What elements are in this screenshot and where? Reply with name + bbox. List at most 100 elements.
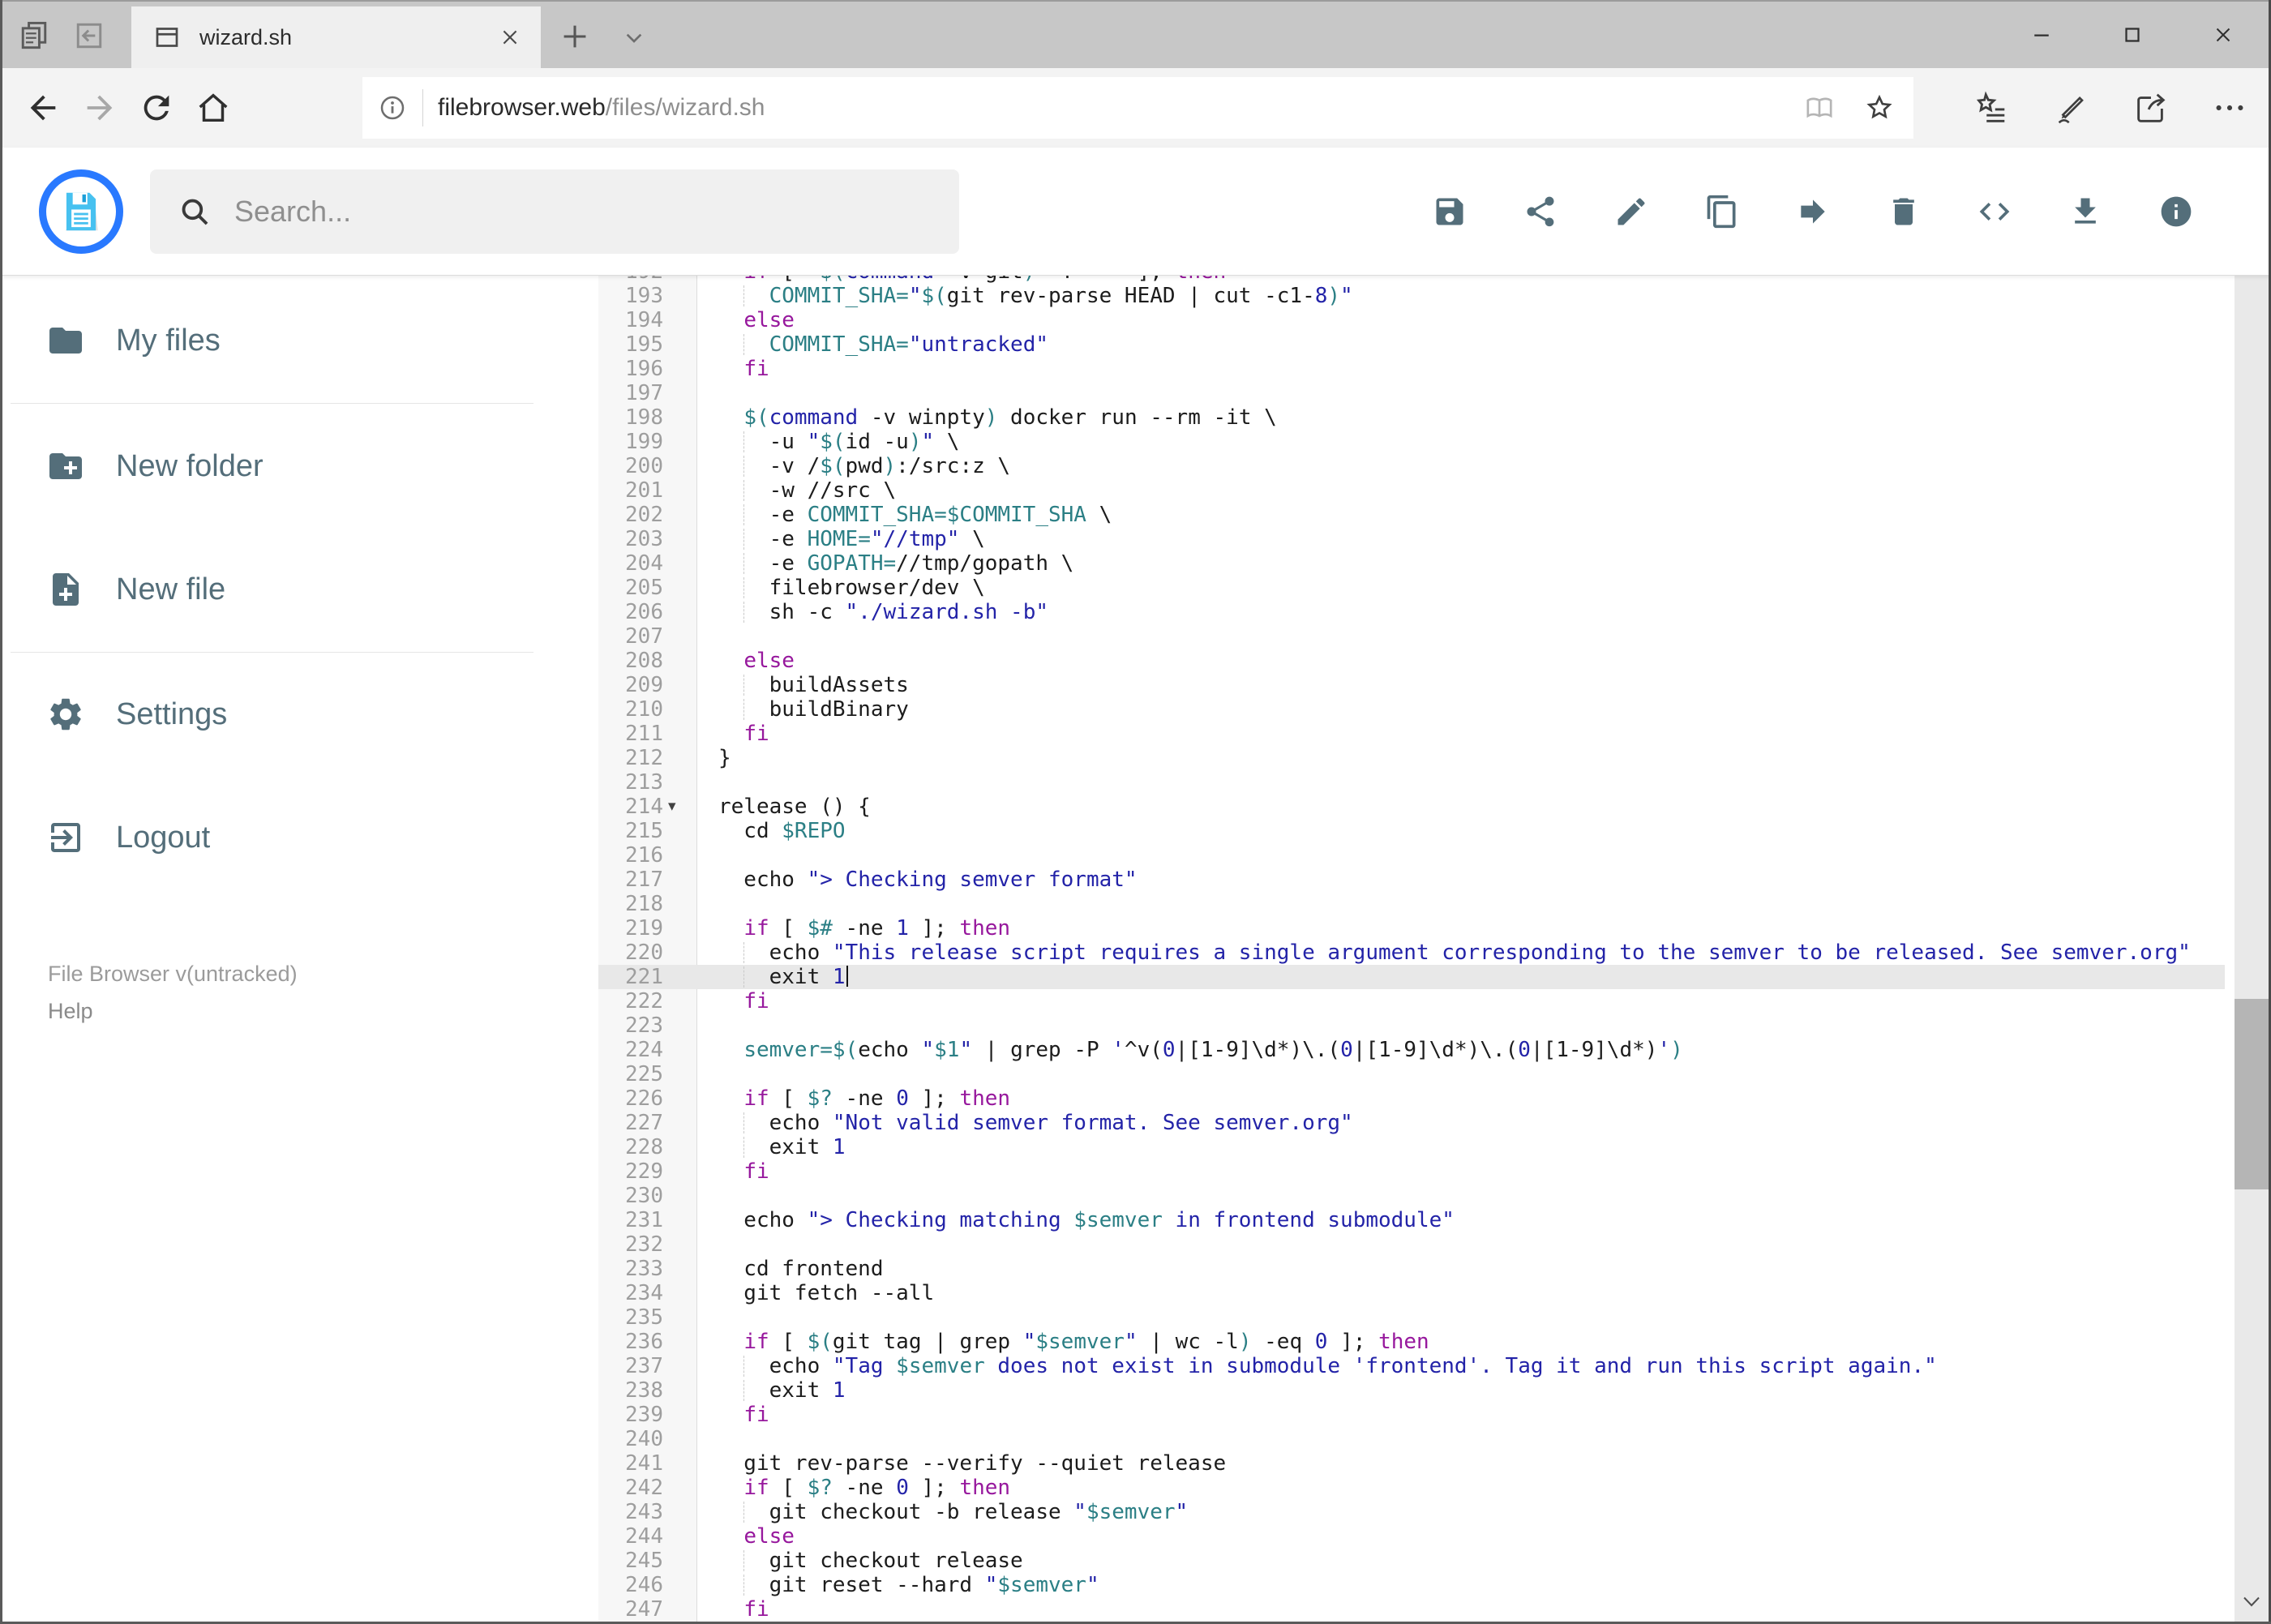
share-icon[interactable] bbox=[2132, 89, 2169, 126]
sidebar-item-settings[interactable]: Settings bbox=[2, 674, 598, 755]
code-line[interactable]: 211 fi bbox=[598, 722, 2235, 746]
maximize-button[interactable] bbox=[2087, 2, 2178, 68]
code-line[interactable]: 201 -w //src \ bbox=[598, 478, 2235, 503]
search-input[interactable] bbox=[234, 195, 959, 229]
code-line[interactable]: 215 cd $REPO bbox=[598, 819, 2235, 843]
sidebar-item-new-folder[interactable]: New folder bbox=[2, 426, 598, 507]
code-line[interactable]: 198 $(command -v winpty) docker run --rm… bbox=[598, 405, 2235, 430]
code-line[interactable]: 238 exit 1 bbox=[598, 1378, 2235, 1403]
address-bar[interactable]: filebrowser.web /files/wizard.sh bbox=[362, 77, 1913, 139]
code-line[interactable]: 196 fi bbox=[598, 357, 2235, 381]
code-line[interactable]: 221 exit 1 bbox=[598, 965, 2235, 989]
code-line[interactable]: 200 -v /$(pwd):/src:z \ bbox=[598, 454, 2235, 478]
sidebar-item-new-file[interactable]: New file bbox=[2, 549, 598, 630]
tab-preview-icon[interactable] bbox=[16, 18, 52, 54]
code-line[interactable]: 223 bbox=[598, 1013, 2235, 1038]
share-button[interactable] bbox=[1523, 194, 1558, 229]
code-line[interactable]: 233 cd frontend bbox=[598, 1257, 2235, 1281]
code-line[interactable]: 203 -e HOME="//tmp" \ bbox=[598, 527, 2235, 551]
page-scrollbar[interactable] bbox=[2235, 151, 2269, 1622]
code-line[interactable]: 243 git checkout -b release "$semver" bbox=[598, 1500, 2235, 1524]
save-button[interactable] bbox=[1432, 194, 1468, 229]
code-line[interactable]: 202 -e COMMIT_SHA=$COMMIT_SHA \ bbox=[598, 503, 2235, 527]
filebrowser-logo-icon[interactable] bbox=[39, 169, 123, 254]
code-line[interactable]: 228 exit 1 bbox=[598, 1135, 2235, 1159]
site-info-icon[interactable] bbox=[377, 92, 408, 123]
code-line[interactable]: 241 git rev-parse --verify --quiet relea… bbox=[598, 1451, 2235, 1476]
code-line[interactable]: 234 git fetch --all bbox=[598, 1281, 2235, 1305]
code-line[interactable]: 214 ▾ release () { bbox=[598, 795, 2235, 819]
code-line[interactable]: 209 buildAssets bbox=[598, 673, 2235, 697]
code-line[interactable]: 210 buildBinary bbox=[598, 697, 2235, 722]
code-line[interactable]: 247 fi bbox=[598, 1597, 2235, 1622]
sidebar-item-my-files[interactable]: My files bbox=[2, 300, 598, 381]
code-line[interactable]: 205 filebrowser/dev \ bbox=[598, 576, 2235, 600]
code-line[interactable]: 192 if [ "$(command -v git)" != "" ]; th… bbox=[598, 276, 2235, 284]
copy-button[interactable] bbox=[1704, 194, 1740, 229]
annotate-pen-icon[interactable] bbox=[2052, 89, 2089, 126]
forward-icon[interactable] bbox=[81, 89, 118, 126]
code-line[interactable]: 236 if [ $(git tag | grep "$semver" | wc… bbox=[598, 1330, 2235, 1354]
code-line[interactable]: 232 bbox=[598, 1232, 2235, 1257]
reading-view-icon[interactable] bbox=[1803, 92, 1836, 124]
code-line[interactable]: 246 git reset --hard "$semver" bbox=[598, 1573, 2235, 1597]
code-line[interactable]: 231 echo "> Checking matching $semver in… bbox=[598, 1208, 2235, 1232]
minimize-button[interactable] bbox=[1996, 2, 2087, 68]
code-button[interactable] bbox=[1977, 194, 2012, 229]
scroll-down-icon[interactable] bbox=[2235, 1584, 2269, 1618]
code-line[interactable]: 227 echo "Not valid semver format. See s… bbox=[598, 1111, 2235, 1135]
code-line[interactable]: 194 else bbox=[598, 308, 2235, 332]
code-line[interactable]: 239 fi bbox=[598, 1403, 2235, 1427]
code-line[interactable]: 195 COMMIT_SHA="untracked" bbox=[598, 332, 2235, 357]
edit-button[interactable] bbox=[1613, 194, 1649, 229]
code-line[interactable]: 220 echo "This release script requires a… bbox=[598, 941, 2235, 965]
home-icon[interactable] bbox=[195, 89, 232, 126]
code-line[interactable]: 218 bbox=[598, 892, 2235, 916]
code-line[interactable]: 208 else bbox=[598, 649, 2235, 673]
browser-tab[interactable]: wizard.sh bbox=[131, 6, 541, 68]
code-line[interactable]: 212} bbox=[598, 746, 2235, 770]
new-tab-icon[interactable] bbox=[556, 18, 593, 55]
move-button[interactable] bbox=[1795, 194, 1831, 229]
close-window-button[interactable] bbox=[2178, 2, 2269, 68]
code-text: echo "This release script requires a sin… bbox=[718, 941, 2191, 965]
back-icon[interactable] bbox=[24, 89, 62, 126]
tab-preview-chevron-icon[interactable] bbox=[618, 21, 650, 54]
code-line[interactable]: 226 if [ $? -ne 0 ]; then bbox=[598, 1086, 2235, 1111]
code-line[interactable]: 240 bbox=[598, 1427, 2235, 1451]
hub-favorites-icon[interactable] bbox=[1973, 89, 2010, 126]
code-line[interactable]: 193 COMMIT_SHA="$(git rev-parse HEAD | c… bbox=[598, 284, 2235, 308]
scrollbar-thumb[interactable] bbox=[2235, 999, 2269, 1189]
code-line[interactable]: 197 bbox=[598, 381, 2235, 405]
code-line[interactable]: 225 bbox=[598, 1062, 2235, 1086]
code-line[interactable]: 230 bbox=[598, 1184, 2235, 1208]
download-button[interactable] bbox=[2067, 194, 2103, 229]
code-line[interactable]: 213 bbox=[598, 770, 2235, 795]
info-button[interactable] bbox=[2158, 194, 2194, 229]
code-line[interactable]: 244 else bbox=[598, 1524, 2235, 1549]
code-line[interactable]: 217 echo "> Checking semver format" bbox=[598, 868, 2235, 892]
code-editor[interactable]: 192 if [ "$(command -v git)" != "" ]; th… bbox=[598, 276, 2235, 1622]
code-line[interactable]: 207 bbox=[598, 624, 2235, 649]
code-line[interactable]: 245 git checkout release bbox=[598, 1549, 2235, 1573]
code-line[interactable]: 222 fi bbox=[598, 989, 2235, 1013]
code-line[interactable]: 237 echo "Tag $semver does not exist in … bbox=[598, 1354, 2235, 1378]
refresh-icon[interactable] bbox=[138, 89, 175, 126]
sidebar-item-logout[interactable]: Logout bbox=[2, 797, 598, 878]
set-tabs-aside-icon[interactable] bbox=[71, 18, 107, 54]
code-line[interactable]: 204 -e GOPATH=//tmp/gopath \ bbox=[598, 551, 2235, 576]
code-line[interactable]: 219 if [ $# -ne 1 ]; then bbox=[598, 916, 2235, 941]
delete-button[interactable] bbox=[1886, 194, 1922, 229]
code-line[interactable]: 216 bbox=[598, 843, 2235, 868]
code-line[interactable]: 224 semver=$(echo "$1" | grep -P '^v(0|[… bbox=[598, 1038, 2235, 1062]
code-line[interactable]: 242 if [ $? -ne 0 ]; then bbox=[598, 1476, 2235, 1500]
favorite-star-icon[interactable] bbox=[1863, 92, 1896, 124]
code-line[interactable]: 229 fi bbox=[598, 1159, 2235, 1184]
code-line[interactable]: 235 bbox=[598, 1305, 2235, 1330]
code-line[interactable]: 199 -u "$(id -u)" \ bbox=[598, 430, 2235, 454]
tab-close-icon[interactable] bbox=[494, 21, 526, 54]
browser-menu-icon[interactable] bbox=[2211, 89, 2248, 126]
help-link[interactable]: Help bbox=[48, 992, 298, 1030]
search-box[interactable] bbox=[150, 169, 959, 254]
code-line[interactable]: 206 sh -c "./wizard.sh -b" bbox=[598, 600, 2235, 624]
